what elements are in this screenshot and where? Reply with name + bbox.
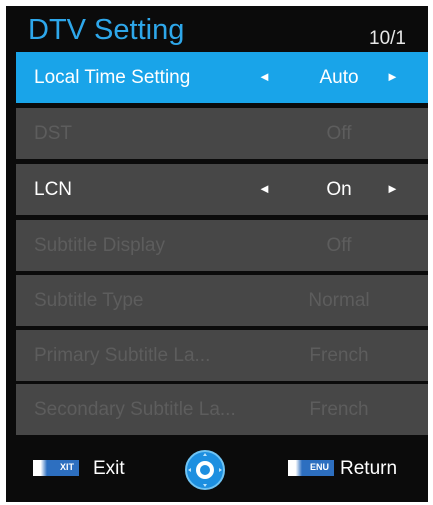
menu-item-label: DST (34, 123, 72, 144)
key-swoosh (288, 460, 302, 476)
menu-item-label: Subtitle Display (34, 235, 165, 256)
menu-item-value: Off (326, 123, 352, 144)
menu-item-value: Normal (308, 290, 370, 311)
menu-item-value: Off (326, 235, 352, 256)
menu-key-icon[interactable]: ENU (288, 460, 334, 476)
exit-key-icon[interactable]: XIT (33, 460, 79, 476)
menu-item-label: Local Time Setting (34, 67, 191, 88)
exit-key-text: XIT (59, 462, 74, 472)
menu-item-label: Secondary Subtitle La... (34, 399, 236, 420)
page-indicator: 10/1 (369, 28, 406, 49)
menu-item-lcn[interactable]: LCN ◄ On ► (16, 164, 428, 215)
menu-item-label: Primary Subtitle La... (34, 345, 211, 366)
menu-item-secondary-subtitle-language: Secondary Subtitle La... French (16, 384, 428, 435)
page-title: DTV Setting (28, 14, 185, 46)
arrow-left-icon[interactable]: ◄ (258, 181, 271, 196)
arrow-right-icon[interactable]: ► (386, 69, 399, 84)
menu-key-text: ENU (309, 462, 329, 472)
menu-item-subtitle-display: Subtitle Display Off (16, 220, 428, 271)
exit-label[interactable]: Exit (93, 458, 125, 480)
menu-item-dst: DST Off (16, 108, 428, 159)
menu-item-local-time-setting[interactable]: Local Time Setting ◄ Auto ► (16, 52, 428, 103)
menu-item-value: French (309, 345, 369, 366)
menu-item-primary-subtitle-language: Primary Subtitle La... French (16, 330, 428, 381)
menu-item-label: LCN (34, 179, 73, 200)
dtv-setting-panel: DTV Setting 10/1 Local Time Setting ◄ Au… (6, 6, 428, 502)
menu-item-value: Auto (319, 67, 359, 88)
menu-item-value: French (309, 399, 369, 420)
footer: XIT Exit ENU Return (6, 436, 428, 502)
arrow-right-icon[interactable]: ► (386, 181, 399, 196)
menu-item-value: On (326, 179, 352, 200)
header: DTV Setting 10/1 (6, 6, 428, 52)
arrow-left-icon[interactable]: ◄ (258, 69, 271, 84)
menu-item-subtitle-type: Subtitle Type Normal (16, 275, 428, 326)
key-swoosh (33, 460, 47, 476)
return-label[interactable]: Return (340, 458, 397, 480)
navigation-ok-icon[interactable] (184, 449, 226, 491)
menu-item-label: Subtitle Type (34, 290, 144, 311)
